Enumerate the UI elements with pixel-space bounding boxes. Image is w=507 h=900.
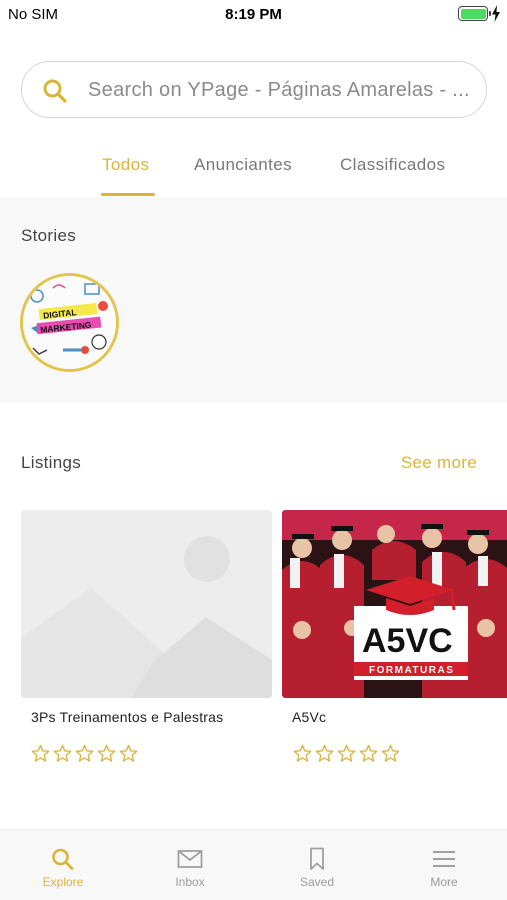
search-bar[interactable]: [21, 61, 487, 118]
star-icon: [119, 744, 138, 762]
star-icon: [381, 744, 400, 762]
menu-icon: [433, 851, 455, 867]
stories-section: Stories DIGITAL MARKETING: [0, 197, 507, 403]
search-icon: [43, 79, 67, 103]
tab-todos[interactable]: Todos: [102, 155, 149, 175]
star-icon: [359, 744, 378, 762]
listing-name[interactable]: A5Vc: [292, 709, 326, 725]
listing-name[interactable]: 3Ps Treinamentos e Palestras: [31, 709, 223, 725]
svg-text:A5VC: A5VC: [362, 622, 453, 660]
listings-title: Listings: [21, 453, 82, 472]
digital-marketing-story-image: DIGITAL MARKETING: [23, 276, 116, 369]
battery-icon: [458, 6, 491, 21]
active-tab-indicator: [101, 193, 155, 196]
star-icon: [315, 744, 334, 762]
listing-image-placeholder[interactable]: [21, 510, 272, 698]
image-placeholder-icon: [21, 510, 272, 698]
tab-classificados[interactable]: Classificados: [340, 155, 445, 175]
listing-image-a5vc[interactable]: A5VC FORMATURAS: [282, 510, 507, 698]
nav-more[interactable]: More: [381, 830, 507, 900]
tab-anunciantes[interactable]: Anunciantes: [194, 155, 292, 175]
search-icon: [52, 848, 74, 870]
star-icon: [337, 744, 356, 762]
clock: 8:19 PM: [225, 6, 282, 23]
nav-saved-label: Saved: [299, 875, 335, 889]
listing-rating: [31, 744, 138, 764]
story-digital-marketing[interactable]: DIGITAL MARKETING: [20, 273, 119, 372]
nav-explore[interactable]: Explore: [0, 830, 126, 900]
nav-more-label: More: [430, 875, 458, 889]
status-bar: No SIM 8:19 PM: [0, 0, 507, 28]
stories-title: Stories: [21, 226, 77, 245]
nav-inbox-label: Inbox: [175, 875, 205, 889]
search-input[interactable]: [88, 76, 472, 104]
star-icon: [293, 744, 312, 762]
envelope-icon: [177, 850, 203, 868]
a5vc-formaturas-photo: A5VC FORMATURAS: [282, 510, 507, 698]
charging-bolt-icon: [492, 5, 500, 22]
star-icon: [97, 744, 116, 762]
see-more-link[interactable]: See more: [401, 453, 477, 473]
nav-explore-label: Explore: [42, 875, 84, 889]
star-icon: [53, 744, 72, 762]
bookmark-icon: [310, 847, 324, 870]
tab-bar: Todos Anunciantes Classificados: [0, 140, 507, 196]
listing-rating: [293, 744, 400, 764]
bottom-nav: Explore Inbox Saved More: [0, 829, 507, 900]
svg-text:FORMATURAS: FORMATURAS: [369, 665, 454, 676]
star-icon: [31, 744, 50, 762]
nav-saved[interactable]: Saved: [254, 830, 380, 900]
nav-inbox[interactable]: Inbox: [127, 830, 253, 900]
star-icon: [75, 744, 94, 762]
